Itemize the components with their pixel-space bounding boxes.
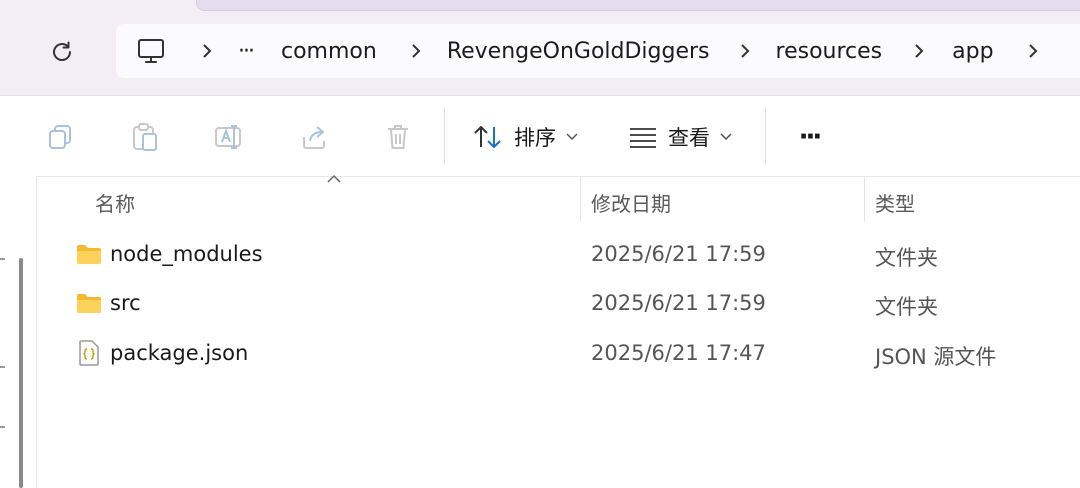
- nav-item-marker: [0, 426, 5, 428]
- file-type: JSON 源文件: [875, 345, 997, 369]
- chevron-right-icon[interactable]: [1024, 43, 1042, 59]
- chevron-right-icon[interactable]: [736, 43, 754, 59]
- file-name: src: [110, 291, 141, 315]
- sort-label: 排序: [514, 126, 556, 150]
- sort-ascending-caret-icon: [327, 174, 341, 183]
- chevron-right-icon[interactable]: [910, 43, 928, 59]
- file-row[interactable]: package.json 2025/6/21 17:47 JSON 源文件: [37, 329, 1080, 377]
- command-bar: 排序 查看 ···: [0, 96, 1080, 177]
- column-divider[interactable]: [864, 176, 865, 222]
- chevron-down-icon: [720, 133, 732, 141]
- file-row[interactable]: node_modules 2025/6/21 17:59 文件夹: [37, 230, 1080, 278]
- copy-icon: [49, 125, 71, 149]
- view-button[interactable]: 查看: [628, 114, 732, 160]
- file-type: 文件夹: [875, 246, 938, 270]
- delete-button[interactable]: [375, 114, 421, 160]
- file-modified-date: 2025/6/21 17:59: [591, 242, 766, 266]
- column-header-type[interactable]: 类型: [875, 188, 915, 217]
- column-divider[interactable]: [580, 176, 581, 222]
- breadcrumb-item-revengeongolddiggers[interactable]: RevengeOnGoldDiggers: [447, 39, 710, 64]
- file-name: package.json: [110, 341, 249, 365]
- view-label: 查看: [668, 126, 710, 150]
- file-modified-date: 2025/6/21 17:47: [591, 341, 766, 365]
- chevron-right-icon[interactable]: [407, 43, 425, 59]
- tab-strip-edge: [196, 0, 1080, 11]
- file-modified-date: 2025/6/21 17:59: [591, 291, 766, 315]
- toolbar-divider: [765, 108, 766, 164]
- monitor-icon: [138, 39, 164, 63]
- clipboard-icon: [133, 123, 157, 151]
- more-options-button[interactable]: ···: [786, 114, 832, 160]
- folder-icon: [77, 294, 101, 313]
- breadcrumb-overflow-button[interactable]: ···: [238, 39, 255, 64]
- trash-icon: [388, 125, 408, 149]
- chevron-down-icon: [566, 133, 578, 141]
- this-pc-button[interactable]: [136, 36, 166, 66]
- json-file-icon: [79, 340, 99, 366]
- column-header-name[interactable]: 名称: [95, 188, 135, 217]
- address-area: ··· common RevengeOnGoldDiggers resource…: [0, 0, 1080, 96]
- toolbar-divider: [444, 108, 445, 164]
- copy-button[interactable]: [37, 114, 83, 160]
- sort-arrows-icon: [474, 126, 501, 148]
- list-view-icon: [630, 128, 656, 148]
- share-button[interactable]: [291, 114, 337, 160]
- breadcrumb-item-app[interactable]: app: [952, 39, 993, 64]
- more-icon: ···: [798, 122, 823, 152]
- file-type: 文件夹: [875, 295, 938, 319]
- breadcrumb-item-common[interactable]: common: [281, 39, 377, 64]
- refresh-icon: [53, 41, 71, 61]
- rename-button[interactable]: [206, 114, 252, 160]
- nav-item-marker: [0, 366, 5, 368]
- share-icon: [303, 126, 325, 149]
- refresh-button[interactable]: [40, 30, 84, 74]
- sort-button[interactable]: 排序: [472, 114, 578, 160]
- chevron-right-icon[interactable]: [198, 43, 216, 59]
- rename-icon: [215, 125, 241, 149]
- column-header-modified[interactable]: 修改日期: [591, 188, 671, 217]
- column-header-row: 名称 修改日期 类型: [37, 174, 1080, 224]
- breadcrumb[interactable]: ··· common RevengeOnGoldDiggers resource…: [116, 24, 1080, 78]
- file-row[interactable]: src 2025/6/21 17:59 文件夹: [37, 279, 1080, 327]
- nav-scrollbar[interactable]: [19, 258, 23, 488]
- breadcrumb-item-resources[interactable]: resources: [776, 39, 883, 64]
- folder-icon: [77, 245, 101, 264]
- file-name: node_modules: [110, 242, 263, 266]
- nav-item-marker: [0, 258, 5, 260]
- paste-button[interactable]: [122, 114, 168, 160]
